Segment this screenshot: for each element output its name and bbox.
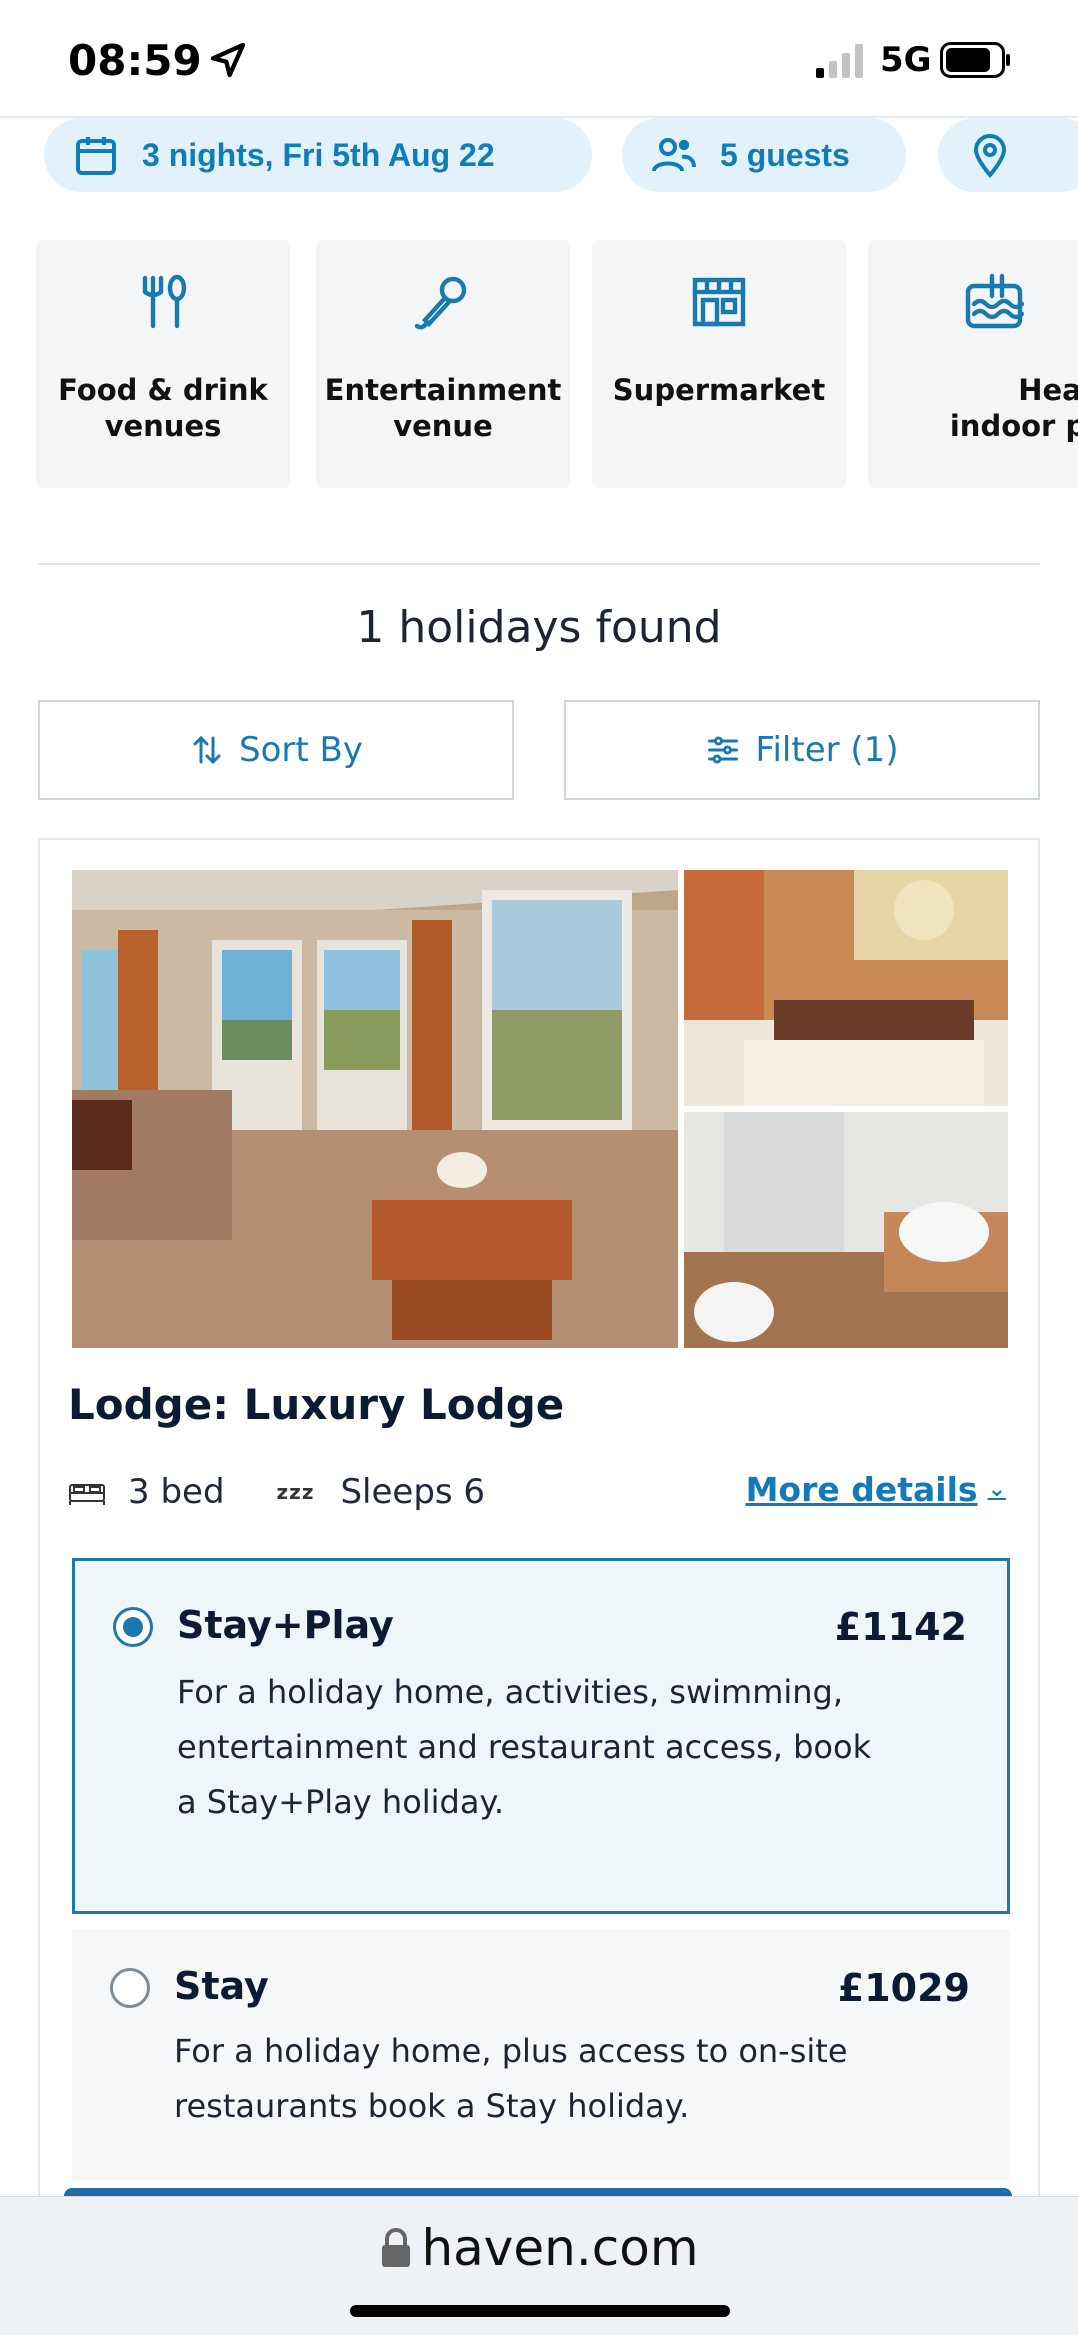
guests-icon: [652, 138, 696, 172]
amenity-heated-pool[interactable]: Heated indoor pool: [868, 240, 1078, 488]
option-description: For a holiday home, plus access to on-si…: [174, 2032, 848, 2125]
option-stay[interactable]: Stay £1029 For a holiday home, plus acce…: [72, 1930, 1010, 2180]
home-indicator[interactable]: [350, 2305, 730, 2317]
radio-unselected[interactable]: [110, 1968, 150, 2008]
lodge-title: Lodge: Luxury Lodge: [68, 1380, 565, 1429]
signal-icon: [816, 44, 863, 78]
amenity-food-drink[interactable]: Food & drink venues: [36, 240, 290, 488]
location-pin-icon: [973, 134, 1007, 179]
url-text: haven.com: [421, 2219, 699, 2277]
option-description: For a holiday home, activities, swimming…: [177, 1673, 872, 1821]
amenity-entertainment[interactable]: Entertainment venue: [316, 240, 570, 488]
browser-address-bar[interactable]: haven.com: [0, 2196, 1078, 2335]
radio-selected[interactable]: [113, 1607, 153, 1647]
location-pill[interactable]: [938, 118, 1078, 192]
more-details-link[interactable]: More details ⌄: [746, 1470, 1006, 1509]
results-count: 1 holidays found: [356, 602, 722, 653]
lock-icon: [382, 2228, 411, 2267]
shop-icon: [692, 277, 746, 327]
amenity-label: Entertainment venue: [324, 373, 562, 443]
amenity-label: Food & drink venues: [58, 373, 268, 443]
status-bar: 08:59 5G: [0, 0, 1078, 118]
sort-icon: [193, 735, 221, 765]
filter-button[interactable]: Filter (1): [564, 700, 1040, 800]
amenity-label: Supermarket: [612, 373, 826, 407]
features-row: 3 bed zzz Sleeps 6: [68, 1472, 485, 1512]
option-name: Stay+Play: [177, 1603, 394, 1647]
amenity-label: Heated indoor pool: [949, 373, 1078, 443]
bathroom-photo[interactable]: [684, 1112, 1008, 1348]
location-arrow-icon: [210, 42, 246, 78]
microphone-icon: [414, 276, 467, 330]
guests-pill[interactable]: 5 guests: [622, 118, 906, 192]
url-display[interactable]: haven.com: [0, 2219, 1078, 2277]
option-name: Stay: [174, 1964, 269, 2008]
sleeps-label: Sleeps 6: [340, 1472, 486, 1512]
pool-icon: [965, 273, 1025, 329]
option-stay-play[interactable]: Stay+Play £1142 For a holiday home, acti…: [72, 1558, 1010, 1914]
network-label: 5G: [880, 40, 932, 80]
sort-label: Sort By: [239, 730, 363, 770]
dates-label: 3 nights, Fri 5th Aug 22: [142, 136, 495, 173]
amenity-supermarket[interactable]: Supermarket: [592, 240, 846, 488]
filter-sliders-icon: [708, 736, 739, 764]
more-details-label: More details: [745, 1470, 978, 1509]
option-price: £1029: [837, 1966, 970, 2010]
sort-button[interactable]: Sort By: [38, 700, 514, 800]
chevron-down-icon: ⌄: [987, 1477, 1006, 1502]
bed-icon: [69, 1484, 105, 1505]
beds-label: 3 bed: [128, 1472, 225, 1512]
status-time: 08:59: [68, 36, 202, 85]
living-room-photo[interactable]: [72, 870, 678, 1348]
cutlery-icon: [142, 274, 187, 329]
dates-pill[interactable]: 3 nights, Fri 5th Aug 22: [44, 118, 592, 192]
guests-label: 5 guests: [720, 136, 850, 173]
listing-card: Lodge: Luxury Lodge 3 bed zzz Sleeps 6 M…: [38, 838, 1040, 2238]
filter-label: Filter (1): [755, 730, 899, 770]
bedroom-photo[interactable]: [684, 870, 1008, 1106]
sleep-icon: zzz: [276, 1480, 315, 1504]
option-price: £1142: [834, 1605, 967, 1649]
battery-icon: [940, 42, 1010, 78]
calendar-icon: [76, 137, 116, 175]
section-divider: [38, 563, 1040, 565]
